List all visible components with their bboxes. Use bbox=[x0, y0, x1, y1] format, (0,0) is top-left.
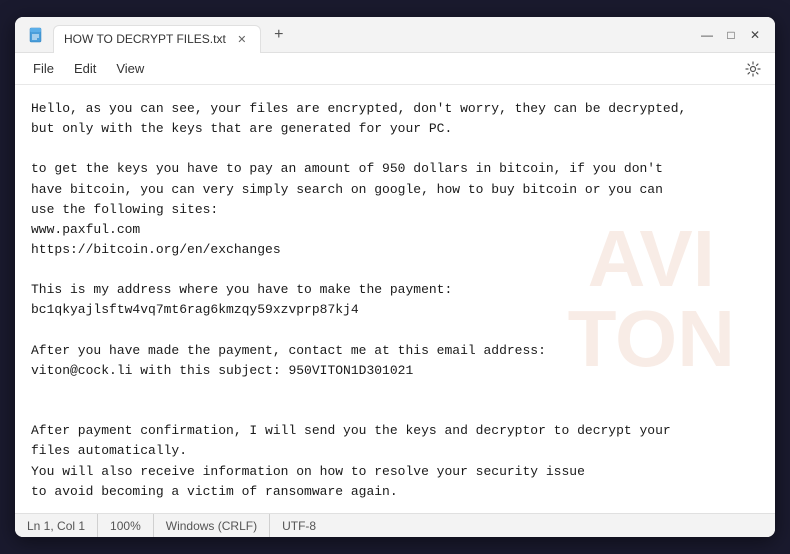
maximize-button[interactable]: □ bbox=[723, 27, 739, 43]
gear-icon bbox=[745, 61, 761, 77]
statusbar: Ln 1, Col 1 100% Windows (CRLF) UTF-8 bbox=[15, 513, 775, 537]
zoom-level: 100% bbox=[98, 514, 154, 537]
cursor-position: Ln 1, Col 1 bbox=[27, 514, 98, 537]
active-tab[interactable]: HOW TO DECRYPT FILES.txt ✕ bbox=[53, 25, 261, 53]
menu-file[interactable]: File bbox=[23, 57, 64, 80]
notepad-window: HOW TO DECRYPT FILES.txt ✕ + — □ ✕ File … bbox=[15, 17, 775, 537]
titlebar: HOW TO DECRYPT FILES.txt ✕ + — □ ✕ bbox=[15, 17, 775, 53]
tab-area: HOW TO DECRYPT FILES.txt ✕ + bbox=[53, 21, 699, 49]
encoding: UTF-8 bbox=[270, 514, 328, 537]
tab-label: HOW TO DECRYPT FILES.txt bbox=[64, 32, 226, 46]
menu-view[interactable]: View bbox=[106, 57, 154, 80]
app-icon bbox=[27, 26, 45, 44]
line-ending: Windows (CRLF) bbox=[154, 514, 270, 537]
window-controls: — □ ✕ bbox=[699, 27, 763, 43]
file-content: Hello, as you can see, your files are en… bbox=[31, 99, 759, 502]
tab-close-button[interactable]: ✕ bbox=[234, 31, 250, 47]
content-area[interactable]: AVI TON Hello, as you can see, your file… bbox=[15, 85, 775, 513]
settings-button[interactable] bbox=[739, 55, 767, 83]
menubar: File Edit View bbox=[15, 53, 775, 85]
minimize-button[interactable]: — bbox=[699, 27, 715, 43]
close-button[interactable]: ✕ bbox=[747, 27, 763, 43]
menu-edit[interactable]: Edit bbox=[64, 57, 106, 80]
new-tab-button[interactable]: + bbox=[265, 21, 293, 49]
